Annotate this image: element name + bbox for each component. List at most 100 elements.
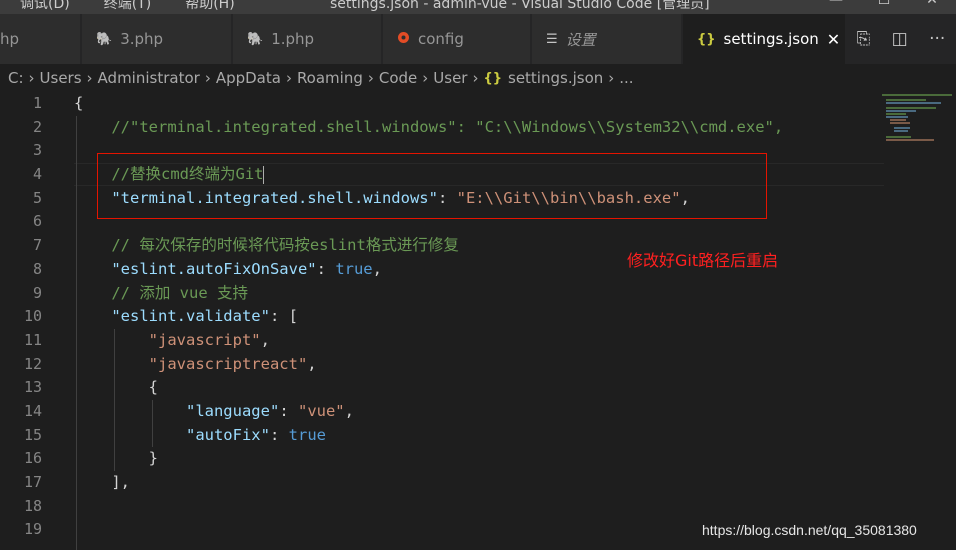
maximize-icon[interactable]: ☐ (860, 0, 908, 8)
breadcrumb-item[interactable]: AppData (216, 69, 281, 87)
line-number: 19 (23, 520, 42, 539)
code-line: } (74, 447, 783, 471)
code-token: ], (111, 473, 130, 491)
minimap-line (890, 119, 906, 121)
line-number: 5 (32, 188, 42, 207)
breadcrumb-item[interactable]: Users (40, 69, 82, 87)
line-number: 18 (23, 496, 42, 515)
line-number: 8 (32, 259, 42, 278)
menu-terminal[interactable]: 终端(T) (104, 0, 151, 13)
config-circle-icon (397, 31, 410, 48)
code-comment: //"terminal.integrated.shell.windows": "… (111, 117, 784, 136)
tab-3-php[interactable]: 🐘 3.php (82, 14, 232, 64)
code-line: //"terminal.integrated.shell.windows": "… (74, 116, 783, 140)
code-string: "javascript" (148, 330, 261, 349)
code-boolean: true (288, 425, 326, 444)
minimize-icon[interactable]: — (812, 0, 860, 8)
line-number: 17 (23, 473, 42, 491)
line-number: 7 (32, 236, 42, 255)
menu-bar: 调试(D) 终端(T) 帮助(H) (0, 0, 249, 13)
line-number: 13 (23, 378, 42, 397)
minimap-line (886, 136, 911, 138)
close-icon[interactable]: ✕ (827, 30, 840, 49)
breadcrumb-item[interactable]: settings.json (508, 69, 603, 87)
minimap-line (882, 94, 952, 96)
chevron-right-icon: › (422, 69, 429, 87)
minimap-line (886, 102, 941, 104)
tab-settings-json[interactable]: {} settings.json ✕ (683, 14, 846, 64)
code-editor[interactable]: 1 2 3 4 5 6 7 8 9 10 11 12 13 14 15 16 1… (0, 92, 956, 550)
annotation-note: 修改好Git路径后重启 (627, 251, 779, 270)
code-comment: // 每次保存的时候将代码按eslint格式进行修复 (111, 236, 459, 255)
line-number: 15 (23, 425, 42, 444)
tab-label: 设置 (565, 30, 596, 49)
close-window-icon[interactable]: ✕ (908, 0, 956, 8)
code-boolean: true (335, 259, 373, 278)
code-line: "javascriptreact", (148, 354, 317, 373)
json-braces-icon: {} (697, 31, 716, 47)
chevron-right-icon: › (608, 69, 615, 87)
menu-debug[interactable]: 调试(D) (20, 0, 70, 13)
highlight-box (97, 153, 767, 219)
breadcrumb-item[interactable]: C: (8, 69, 24, 87)
line-number: 6 (32, 212, 42, 231)
code-comment: // 添加 vue 支持 (111, 283, 248, 302)
editor-actions: ⎘ ◫ ··· (846, 14, 956, 64)
breadcrumb: C: › Users › Administrator › AppData › Roami… (0, 64, 956, 92)
line-number: 2 (32, 117, 42, 136)
chevron-right-icon: › (285, 69, 292, 87)
line-number: 10 (23, 307, 42, 326)
breadcrumb-item[interactable]: ... (619, 69, 633, 87)
breadcrumb-item[interactable]: Administrator (98, 69, 200, 87)
tab-1-php[interactable]: 🐘 1.php (233, 14, 382, 64)
line-number: 4 (32, 165, 42, 184)
chevron-right-icon: › (367, 69, 374, 87)
code-key: "eslint.validate" (111, 307, 270, 326)
code-line: "autoFix": true (185, 425, 326, 444)
code-key: "eslint.autoFixOnSave" (111, 259, 317, 278)
code-key: "autoFix" (185, 425, 270, 444)
line-number: 14 (23, 401, 42, 420)
code-token: { (148, 378, 158, 397)
code-line: "language": "vue", (185, 401, 354, 420)
chevron-right-icon: › (28, 69, 35, 87)
tab-label: hp (0, 30, 20, 48)
code-line: "javascript", (148, 330, 270, 349)
settings-lines-icon: ☰ (546, 31, 558, 47)
tab-label: 3.php (120, 30, 164, 48)
tab-settings-ui[interactable]: ☰ 设置 (532, 14, 682, 64)
code-string: "javascriptreact" (148, 354, 308, 373)
minimap-line (886, 110, 916, 112)
breadcrumb-item[interactable]: Code (379, 69, 417, 87)
php-elephant-icon: 🐘 (96, 31, 113, 47)
code-key: "language" (185, 401, 280, 420)
minimap-line (894, 130, 908, 132)
tab-label: config (418, 30, 464, 48)
open-changes-icon[interactable]: ⎘ (857, 29, 871, 49)
line-number-gutter: 1 2 3 4 5 6 7 8 9 10 11 12 13 14 15 16 1… (0, 92, 60, 542)
menu-help[interactable]: 帮助(H) (185, 0, 234, 13)
php-elephant-icon: 🐘 (247, 31, 264, 47)
minimap-line (890, 122, 910, 124)
code-line: { (74, 92, 783, 116)
code-line: "eslint.validate": [ (111, 307, 298, 326)
line-number: 1 (32, 94, 42, 112)
tab-php-partial[interactable]: hp (0, 14, 81, 64)
breadcrumb-item[interactable]: Roaming (297, 69, 363, 87)
line-number: 9 (32, 283, 42, 302)
minimap-line (886, 139, 934, 141)
code-token: } (148, 449, 158, 468)
more-actions-icon[interactable]: ··· (929, 29, 945, 49)
breadcrumb-item[interactable]: User (433, 69, 467, 87)
tab-bar: hp 🐘 3.php 🐘 1.php config ☰ 设置 {} settin… (0, 14, 956, 64)
minimap-line (894, 127, 910, 129)
watermark: https://blog.csdn.net/qq_35081380 (702, 522, 917, 538)
code-line: // 添加 vue 支持 (74, 282, 783, 306)
minimap[interactable] (880, 92, 956, 152)
chevron-right-icon: › (204, 69, 211, 87)
code-line: ], (74, 471, 783, 495)
split-editor-icon[interactable]: ◫ (892, 29, 908, 49)
tab-config[interactable]: config (383, 14, 531, 64)
line-number: 3 (32, 141, 42, 160)
